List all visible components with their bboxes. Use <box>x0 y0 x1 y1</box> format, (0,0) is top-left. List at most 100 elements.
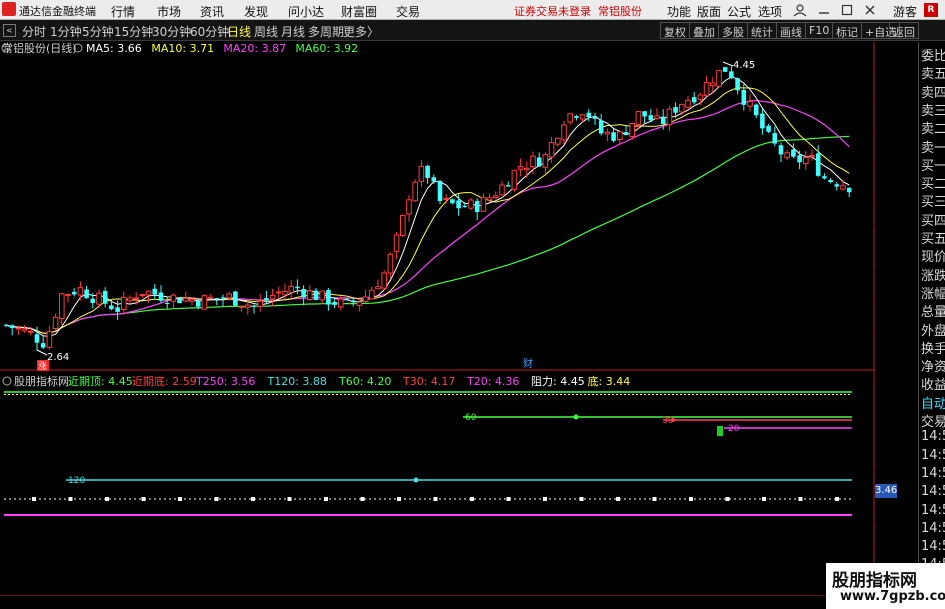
candle-body <box>295 286 300 289</box>
period-tab-15min[interactable]: 15分钟 <box>114 23 153 40</box>
period-tab-5min[interactable]: 5分钟 <box>82 23 114 40</box>
candle-body <box>164 303 170 305</box>
return-button[interactable]: 返回 <box>889 22 919 39</box>
menu-trade[interactable]: 交易 <box>396 3 420 20</box>
candle-body <box>604 131 611 135</box>
candle-body <box>493 195 499 199</box>
multi-stock-button[interactable]: 多股 <box>718 22 748 39</box>
quote-panel: 委比 卖五 卖四 卖三 卖二 卖一 买一 买二 买三 买四 买五 现价 涨跌 涨幅 总量 外盘 换手 净资 收益 自动… <box>918 42 945 609</box>
candle-body <box>170 294 177 302</box>
period-tab-more[interactable]: 更多〉 <box>343 23 379 40</box>
candle-body <box>121 297 127 311</box>
quote-panel-item: 委比 <box>921 49 945 64</box>
indicator-legend-item: 底: 3.44 <box>588 374 631 388</box>
candle-body <box>517 165 524 170</box>
svg-text:20: 20 <box>728 424 740 434</box>
candle-body <box>710 82 716 87</box>
candle-body <box>629 123 636 137</box>
menu-discover[interactable]: 发现 <box>244 3 268 20</box>
statistics-button[interactable]: 统计 <box>747 22 777 39</box>
kline-chart[interactable]: 常铝股份(日线) MA5: 3.66 MA10: 3.71 MA20: 3.87 MA… <box>0 42 875 596</box>
close-icon[interactable] <box>863 3 877 17</box>
period-tab-30min[interactable]: 30分钟 <box>152 23 191 40</box>
high-price-label: 4.45 <box>733 60 755 71</box>
candle-body <box>697 94 704 100</box>
quote-panel-item[interactable]: 交易 <box>921 411 945 430</box>
indicator-name: 股朋指标网 <box>14 374 69 388</box>
period-tab-multi[interactable]: 多周期 <box>308 23 344 40</box>
candle-body <box>648 115 654 121</box>
menu-layout[interactable]: 版面 <box>697 3 721 20</box>
f10-button[interactable]: F10 <box>805 22 834 39</box>
menu-quotes[interactable]: 行情 <box>111 3 135 20</box>
candle-body <box>34 334 40 343</box>
candle-body <box>822 176 827 179</box>
period-tab-timeshare[interactable]: 分时 <box>22 23 46 40</box>
menu-market[interactable]: 市场 <box>157 3 181 20</box>
ma-legend-item: MA60: 3.92 <box>295 42 358 55</box>
indicator-legend-item: T60: 4.20 <box>338 375 391 388</box>
candle-body <box>753 104 759 116</box>
candle-body <box>269 294 276 300</box>
menu-news[interactable]: 资讯 <box>200 3 224 20</box>
quote-panel-item: 买四 <box>921 213 945 229</box>
candle-body <box>741 89 747 105</box>
adjust-rights-button[interactable]: 复权 <box>660 22 690 39</box>
menu-ask-xiaoda[interactable]: 问小达 <box>288 3 324 20</box>
quote-panel-item[interactable]: 自动 <box>921 393 945 412</box>
back-arrow-icon[interactable]: < <box>3 24 16 37</box>
candle-body <box>412 181 418 202</box>
candle-body <box>536 157 542 167</box>
menu-wealth-circle[interactable]: 财富圈 <box>341 3 377 20</box>
period-tab-weekly[interactable]: 周线 <box>254 23 278 40</box>
menu-options[interactable]: 选项 <box>758 3 782 20</box>
quote-panel-item: 14:56 <box>921 465 945 481</box>
indicator-collapse-icon[interactable] <box>2 376 12 386</box>
mark-button[interactable]: 标记 <box>832 22 862 39</box>
candle-body <box>437 180 443 201</box>
guest-label[interactable]: 游客 <box>893 3 917 20</box>
quote-panel-item: 买一 <box>921 158 945 174</box>
draw-line-button[interactable]: 画线 <box>776 22 806 39</box>
candle-body <box>418 165 425 182</box>
period-tab-1min[interactable]: 1分钟 <box>50 23 82 40</box>
menu-formula[interactable]: 公式 <box>727 3 751 20</box>
candle-body <box>356 301 363 306</box>
overlay-button[interactable]: 叠加 <box>689 22 719 39</box>
candle-body <box>96 292 102 305</box>
app-logo-icon <box>2 2 16 16</box>
quote-panel-item: 买五 <box>921 232 945 247</box>
candle-body <box>145 290 152 296</box>
candle-body <box>685 99 691 108</box>
candle-body <box>443 198 449 201</box>
candle-body <box>778 145 784 155</box>
ma-legend-item: MA5: 3.66 <box>86 42 142 55</box>
login-notice[interactable]: 证券交易未登录 常铝股份 <box>514 3 642 19</box>
candle-body <box>499 184 505 196</box>
candle-body <box>567 113 574 123</box>
candle-body <box>338 298 344 308</box>
candle-body <box>84 289 89 299</box>
candle-body <box>238 305 245 308</box>
app-title: 通达信金融终端 <box>19 5 96 18</box>
svg-text:120: 120 <box>68 476 85 486</box>
candle-body <box>425 165 430 178</box>
candle-body <box>716 69 722 87</box>
candle-body <box>387 253 394 274</box>
user-icon[interactable] <box>793 3 807 17</box>
candle-body <box>90 298 96 303</box>
candle-body <box>729 71 734 79</box>
candle-body <box>450 199 455 204</box>
quote-panel-item: 外盘 <box>921 323 945 339</box>
period-tab-monthly[interactable]: 月线 <box>281 23 305 40</box>
candle-body <box>542 154 549 168</box>
minimize-icon[interactable] <box>817 3 831 17</box>
quote-panel-item: 14:56 <box>921 447 945 463</box>
quote-panel-item: 14:56 <box>921 484 945 500</box>
quote-panel-item: 卖五 <box>921 67 945 83</box>
candle-body <box>592 115 598 119</box>
menu-function[interactable]: 功能 <box>667 3 691 20</box>
period-tab-60min[interactable]: 60分钟 <box>190 23 229 40</box>
maximize-icon[interactable] <box>840 3 854 17</box>
period-tab-daily[interactable]: 日线 <box>227 23 251 40</box>
